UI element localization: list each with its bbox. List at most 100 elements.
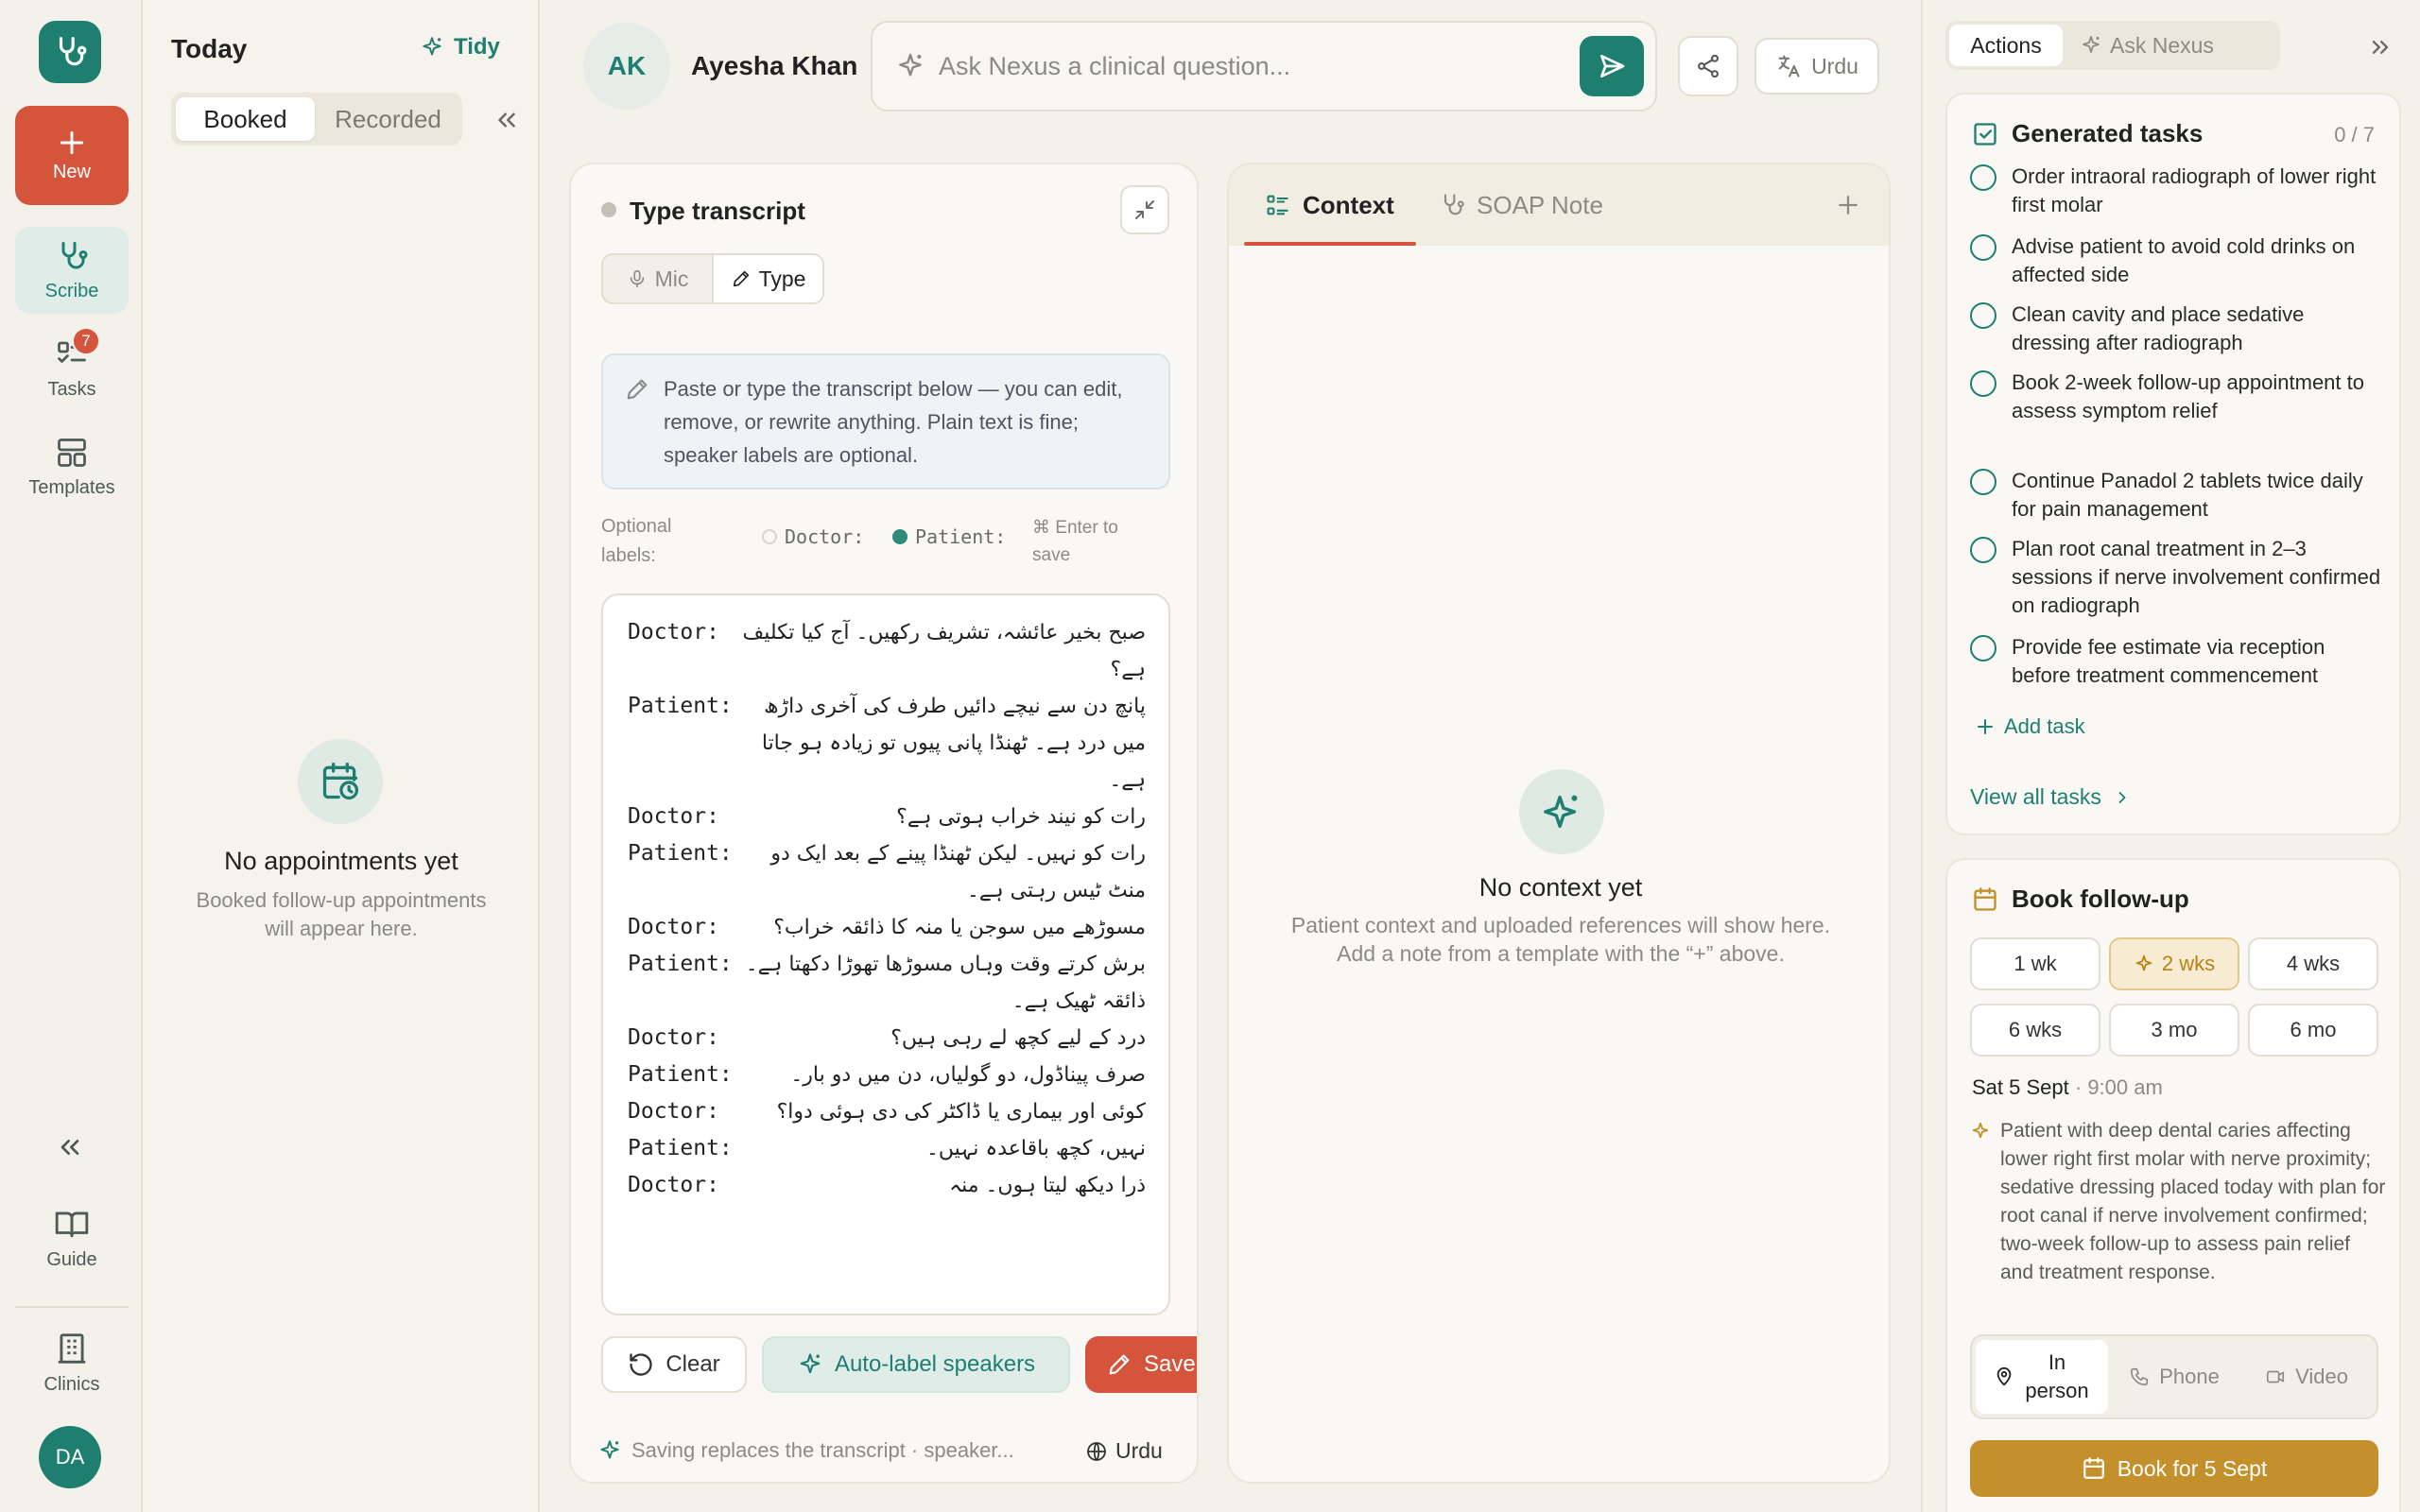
task-checkbox[interactable] <box>1970 302 1996 329</box>
interval-6-wks[interactable]: 6 wks <box>1970 1004 2100 1057</box>
tab-recorded[interactable]: Recorded <box>319 97 458 141</box>
building-icon <box>58 1332 86 1364</box>
task-item[interactable]: Order intraoral radiograph of lower righ… <box>1970 163 2386 219</box>
sparkle-icon <box>2083 36 2100 53</box>
share-button[interactable] <box>1678 36 1738 96</box>
label-doctor-chip[interactable]: Doctor: <box>762 525 864 548</box>
chevrons-left-icon <box>498 112 515 128</box>
send-button[interactable] <box>1580 36 1644 96</box>
transcript-hint: Paste or type the transcript below — you… <box>601 353 1170 490</box>
rail-item-clinics[interactable]: Clinics <box>15 1319 129 1406</box>
book-appointment-label: Book for 5 Sept <box>2117 1455 2268 1481</box>
label-doctor-text: Doctor: <box>785 525 865 548</box>
visit-phone[interactable]: Phone <box>2108 1340 2240 1414</box>
interval-4-wks[interactable]: 4 wks <box>2248 937 2378 990</box>
follow-up-date: Sat 5 Sept <box>1972 1075 2069 1099</box>
calendar-icon <box>1974 886 1996 911</box>
visit-video[interactable]: Video <box>2240 1340 2373 1414</box>
transcript-line: Doctor: مسوڑھے میں سوجن یا منہ کا ذائقہ خ… <box>628 909 1146 946</box>
task-text: Plan root canal treatment in 2–3 session… <box>2012 537 2381 617</box>
interval-3-mo[interactable]: 3 mo <box>2109 1004 2239 1057</box>
book-appointment-button[interactable]: Book for 5 Sept <box>1970 1440 2378 1497</box>
task-checkbox[interactable] <box>1970 234 1996 261</box>
sparkle-icon <box>800 1353 821 1374</box>
transcript-language[interactable]: Urdu <box>1085 1438 1163 1464</box>
tidy-button[interactable]: Tidy <box>420 34 500 60</box>
rail-item-templates[interactable]: Templates <box>15 423 129 510</box>
task-item[interactable]: Provide fee estimate via reception befor… <box>1970 633 2386 690</box>
speaker-label: Doctor: <box>628 1099 719 1124</box>
task-text: Continue Panadol 2 tablets twice daily f… <box>2012 469 2363 521</box>
language-button[interactable]: Urdu <box>1754 38 1879 94</box>
transcript-textarea[interactable]: Doctor: صبح بخیر عائشہ، تشریف رکھیں۔ آج ک… <box>601 593 1170 1315</box>
transcript-line: Doctor: رات کو نیند خراب ہوتی ہے؟ <box>628 799 1146 835</box>
tasks-count: 0 / 7 <box>2334 123 2375 146</box>
add-note-button[interactable] <box>1834 191 1862 219</box>
task-checkbox[interactable] <box>1970 164 1996 191</box>
utterance: ذرا دیکھ لیتا ہوں۔ منہ <box>949 1174 1146 1197</box>
save-note-text: Saving replaces the transcript · speaker… <box>631 1438 1014 1462</box>
send-icon <box>1600 55 1625 77</box>
generated-tasks-header: Generated tasks <box>1972 119 2203 148</box>
task-item[interactable]: Book 2-week follow-up appointment to ass… <box>1970 369 2386 425</box>
task-checkbox[interactable] <box>1970 469 1996 495</box>
ask-nexus-input[interactable] <box>939 42 1544 91</box>
rail-item-label: Scribe <box>44 280 99 301</box>
collapse-right-button[interactable] <box>2367 34 2394 60</box>
interval-2-wks[interactable]: 2 wks <box>2109 937 2239 990</box>
collapse-today-button[interactable] <box>493 106 521 134</box>
transcript-line: Doctor: ذرا دیکھ لیتا ہوں۔ منہ <box>628 1167 1146 1204</box>
patient-name[interactable]: Ayesha Khan <box>691 51 857 81</box>
tab-context[interactable]: Context <box>1265 164 1394 246</box>
minimize-icon <box>1135 200 1154 219</box>
user-avatar[interactable]: DA <box>39 1426 101 1488</box>
rail-item-scribe[interactable]: Scribe <box>15 227 129 314</box>
tab-booked[interactable]: Booked <box>176 97 315 141</box>
checkbox-icon <box>1974 122 1996 146</box>
task-item[interactable]: Clean cavity and place sedative dressing… <box>1970 301 2386 357</box>
transcript-line: Doctor: صبح بخیر عائشہ، تشریف رکھیں۔ آج ک… <box>628 614 1146 688</box>
task-checkbox[interactable] <box>1970 370 1996 397</box>
visit-in-person[interactable]: In person <box>1976 1340 2108 1414</box>
clear-button[interactable]: Clear <box>601 1336 747 1393</box>
add-task-button[interactable]: Add task <box>1974 714 2085 739</box>
task-checkbox[interactable] <box>1970 537 1996 563</box>
label-patient-text: Patient: <box>915 525 1007 548</box>
empty-appointments-title: No appointments yet <box>224 847 458 875</box>
view-all-tasks-link[interactable]: View all tasks <box>1970 784 2132 810</box>
task-checkbox[interactable] <box>1970 635 1996 662</box>
app-logo[interactable] <box>39 21 101 83</box>
save-transcript-button[interactable]: Save transcript <box>1085 1336 1197 1393</box>
label-patient-chip[interactable]: Patient: <box>892 525 1006 548</box>
task-item[interactable]: Advise patient to avoid cold drinks on a… <box>1970 232 2386 289</box>
globe-icon <box>1087 1441 1106 1461</box>
task-item[interactable]: Continue Panadol 2 tablets twice daily f… <box>1970 467 2386 524</box>
speaker-label: Patient: <box>628 841 733 866</box>
interval-6-mo[interactable]: 6 mo <box>2248 1004 2378 1057</box>
new-button[interactable]: New <box>15 106 129 205</box>
rail-item-label: Templates <box>28 476 115 498</box>
visit-phone-label: Phone <box>2159 1365 2220 1388</box>
sparkle-icon <box>2135 954 2152 971</box>
tab-soap-note[interactable]: SOAP Note <box>1439 164 1603 246</box>
chevrons-right-icon <box>2372 41 2389 54</box>
add-task-label: Add task <box>2004 714 2085 738</box>
new-label: New <box>52 162 91 182</box>
collapse-rail-button[interactable] <box>55 1132 85 1162</box>
pencil-icon <box>624 376 650 403</box>
task-item[interactable]: Plan root canal treatment in 2–3 session… <box>1970 535 2386 620</box>
today-title: Today <box>171 34 248 63</box>
actions-panel: Actions Ask Nexus Generated tasks 0 / 7 … <box>1921 0 2420 1512</box>
task-text: Advise patient to avoid cold drinks on a… <box>2012 234 2356 286</box>
tab-ask-nexus[interactable]: Ask Nexus <box>2066 25 2227 66</box>
transcript-title: Type transcript <box>630 197 805 225</box>
mode-type[interactable]: Type <box>712 255 822 302</box>
auto-label-button[interactable]: Auto-label speakers <box>762 1336 1070 1393</box>
mode-mic[interactable]: Mic <box>603 255 712 302</box>
stethoscope-icon <box>1443 194 1464 215</box>
interval-1-wk[interactable]: 1 wk <box>1970 937 2100 990</box>
stethoscope-icon <box>59 37 87 66</box>
tab-actions[interactable]: Actions <box>1949 25 2063 66</box>
rail-item-guide[interactable]: Guide <box>15 1194 129 1281</box>
minimize-button[interactable] <box>1120 185 1169 234</box>
